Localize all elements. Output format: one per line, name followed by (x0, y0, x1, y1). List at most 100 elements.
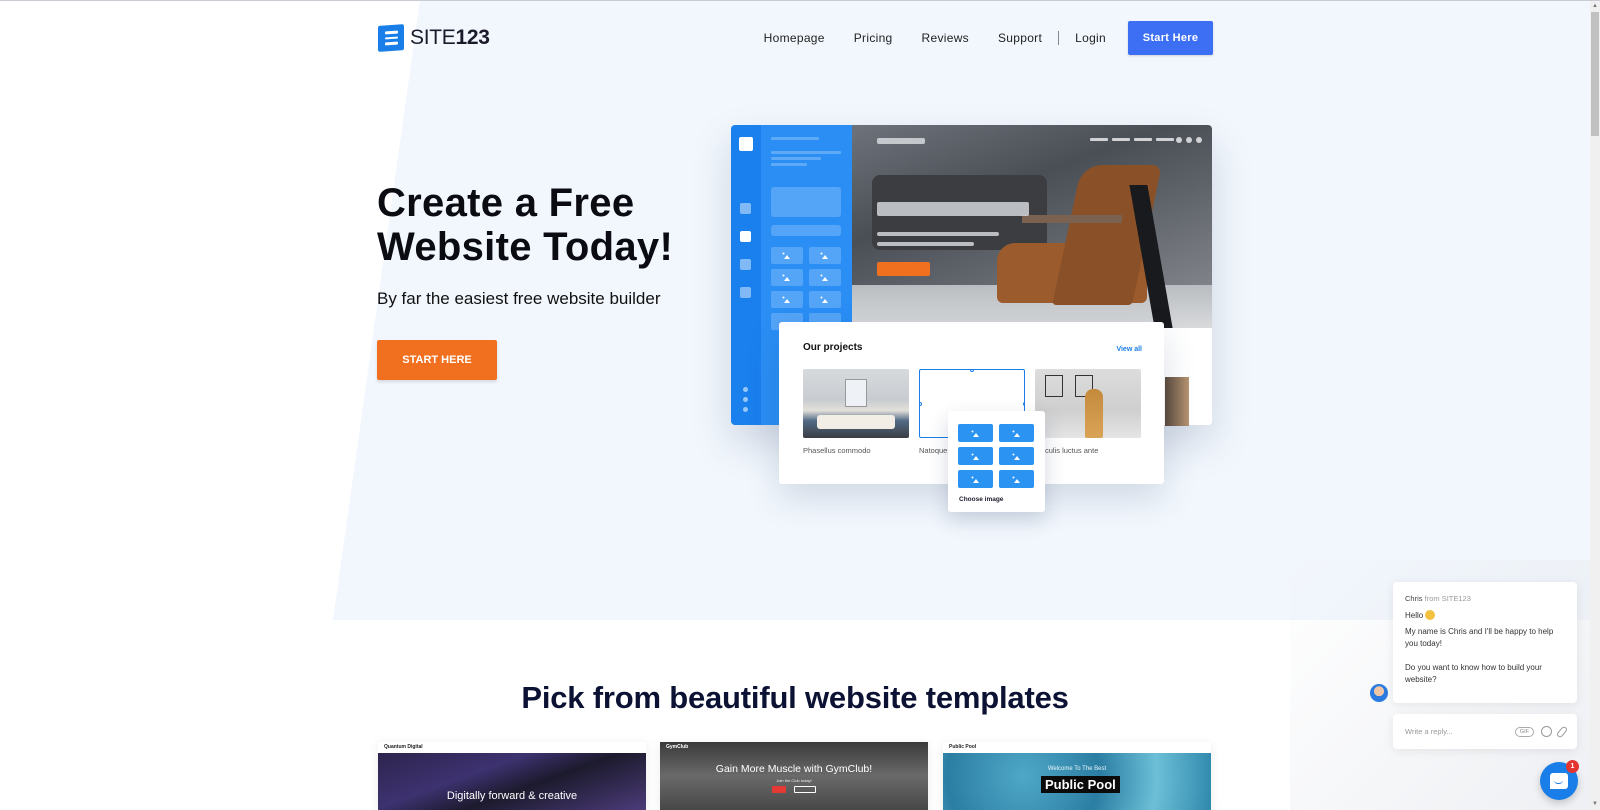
agent-avatar (1370, 684, 1388, 702)
project-caption: Phasellus commodo (803, 446, 871, 455)
emoji-icon[interactable] (1541, 726, 1552, 737)
chat-greeting: Hello (1405, 610, 1565, 622)
mockup-rail-dot (743, 407, 748, 412)
view-all-link: View all (1116, 346, 1142, 353)
resize-handle (1022, 402, 1024, 406)
image-icon (958, 424, 993, 442)
nav-homepage[interactable]: Homepage (764, 31, 825, 45)
resize-handle (920, 402, 922, 406)
hero-subtitle: By far the easiest free website builder (377, 289, 661, 308)
mockup-rail-icon (740, 203, 751, 214)
mockup-text-bar (877, 232, 999, 236)
image-icon (809, 247, 841, 264)
scrollbar-thumb[interactable] (1591, 12, 1599, 136)
chat-agent-name: Chris (1405, 594, 1423, 603)
image-icon (958, 447, 993, 465)
start-here-header-button[interactable]: Start Here (1128, 21, 1213, 55)
chat-from-text: from SITE123 (1424, 594, 1471, 603)
start-here-hero-button[interactable]: START HERE (377, 340, 497, 380)
project-caption: Natoque (919, 446, 948, 455)
hero-title-line2: Website Today! (377, 225, 674, 269)
mockup-icon-rail (731, 125, 761, 425)
mockup-panel-box (771, 187, 841, 217)
image-icon (999, 424, 1034, 442)
mockup-rail-icon-active (740, 231, 751, 242)
image-icon (809, 269, 841, 286)
image-icon (771, 291, 803, 308)
image-icon (999, 470, 1034, 488)
template-subheadline: Welcome To The Best (1047, 766, 1107, 772)
hero-title-line1: Create a Free (377, 181, 635, 225)
photo-chair-arm (1022, 215, 1122, 223)
scroll-down-arrow-icon[interactable]: ▼ (1591, 801, 1599, 807)
nav-pricing[interactable]: Pricing (854, 31, 893, 45)
image-icon (771, 269, 803, 286)
resize-handle (970, 370, 974, 372)
mockup-menu-lines (1090, 138, 1174, 141)
mockup-more-dots-icon (1176, 137, 1202, 143)
reply-input[interactable]: Write a reply... (1405, 727, 1453, 736)
site-header: SITE123 Homepage Pricing Reviews Support… (378, 20, 1213, 56)
unread-badge: 1 (1566, 760, 1579, 773)
project-thumbnail-living-room (803, 369, 909, 438)
main-nav: Homepage Pricing Reviews Support Login S… (764, 21, 1213, 55)
site123-logo-icon (378, 24, 404, 52)
gif-button[interactable]: GIF (1514, 726, 1534, 737)
project-thumbnail-vase (1035, 369, 1141, 438)
scroll-up-arrow-icon[interactable]: ▲ (1591, 3, 1599, 9)
mockup-logo-icon (739, 137, 753, 151)
logo[interactable]: SITE123 (378, 24, 490, 52)
template-brand: Public Pool (943, 742, 1211, 753)
template-brand: GymClub (666, 744, 689, 750)
chat-message: Do you want to know how to build your we… (1405, 663, 1542, 684)
chat-sender: Chris from SITE123 (1405, 593, 1565, 605)
image-icon (809, 291, 841, 308)
template-button (794, 786, 816, 793)
window-top-border (0, 0, 1600, 1)
choose-image-label: Choose image (959, 496, 1004, 503)
mockup-orange-button (877, 262, 930, 276)
mockup-hero-photo (852, 125, 1212, 328)
project-caption: culis luctus ante (1045, 446, 1099, 455)
mockup-rail-icon (740, 287, 751, 298)
template-card-public-pool[interactable]: Public Pool Welcome To The Best Public P… (943, 742, 1211, 810)
logo-suffix: 123 (455, 26, 490, 49)
mockup-panel-line (771, 137, 819, 140)
attachment-icon[interactable] (1555, 724, 1569, 739)
chat-bubble-icon (1550, 773, 1568, 789)
chat-message: My name is Chris and I'll be happy to he… (1405, 627, 1554, 648)
project-thumbnail-peek (1165, 377, 1189, 426)
projects-title: Our projects (803, 342, 863, 353)
template-headline: Gain More Muscle with GymClub! (715, 763, 873, 775)
chat-reply-box[interactable]: Write a reply... GIF (1393, 714, 1577, 749)
image-icon (999, 447, 1034, 465)
template-card-gymclub[interactable]: GymClub Gain More Muscle with GymClub! J… (660, 742, 928, 810)
reply-tools: GIF (1514, 724, 1569, 739)
nav-support[interactable]: Support (998, 31, 1042, 45)
hero-title: Create a Free Website Today! (377, 181, 673, 269)
template-headline: Digitally forward & creative (446, 790, 578, 802)
choose-image-popup: Choose image (948, 411, 1045, 512)
mockup-title-bar (877, 138, 925, 144)
logo-text: SITE123 (410, 26, 490, 50)
nav-reviews[interactable]: Reviews (922, 31, 969, 45)
mockup-rail-icon (740, 259, 751, 270)
mockup-panel-line (771, 151, 841, 154)
mockup-panel-line (771, 163, 807, 166)
mockup-rail-dot (743, 387, 748, 392)
mockup-search-box (771, 225, 841, 236)
image-icon (958, 470, 993, 488)
chat-message-card[interactable]: Chris from SITE123 Hello My name is Chri… (1393, 582, 1577, 703)
smiley-emoji-icon (1425, 610, 1436, 620)
template-button (772, 786, 786, 793)
template-card-quantum-digital[interactable]: Quantum Digital Digitally forward & crea… (378, 742, 646, 810)
template-headline: Public Pool (1041, 776, 1120, 793)
nav-divider (1058, 31, 1060, 45)
mockup-rail-dot (743, 397, 748, 402)
chat-hello-text: Hello (1405, 611, 1424, 620)
template-subheadline: Join the Club today! (776, 778, 812, 783)
mockup-panel-line (771, 157, 821, 160)
mockup-text-bar (877, 242, 974, 246)
nav-login[interactable]: Login (1075, 31, 1106, 45)
template-brand: Quantum Digital (378, 742, 646, 753)
